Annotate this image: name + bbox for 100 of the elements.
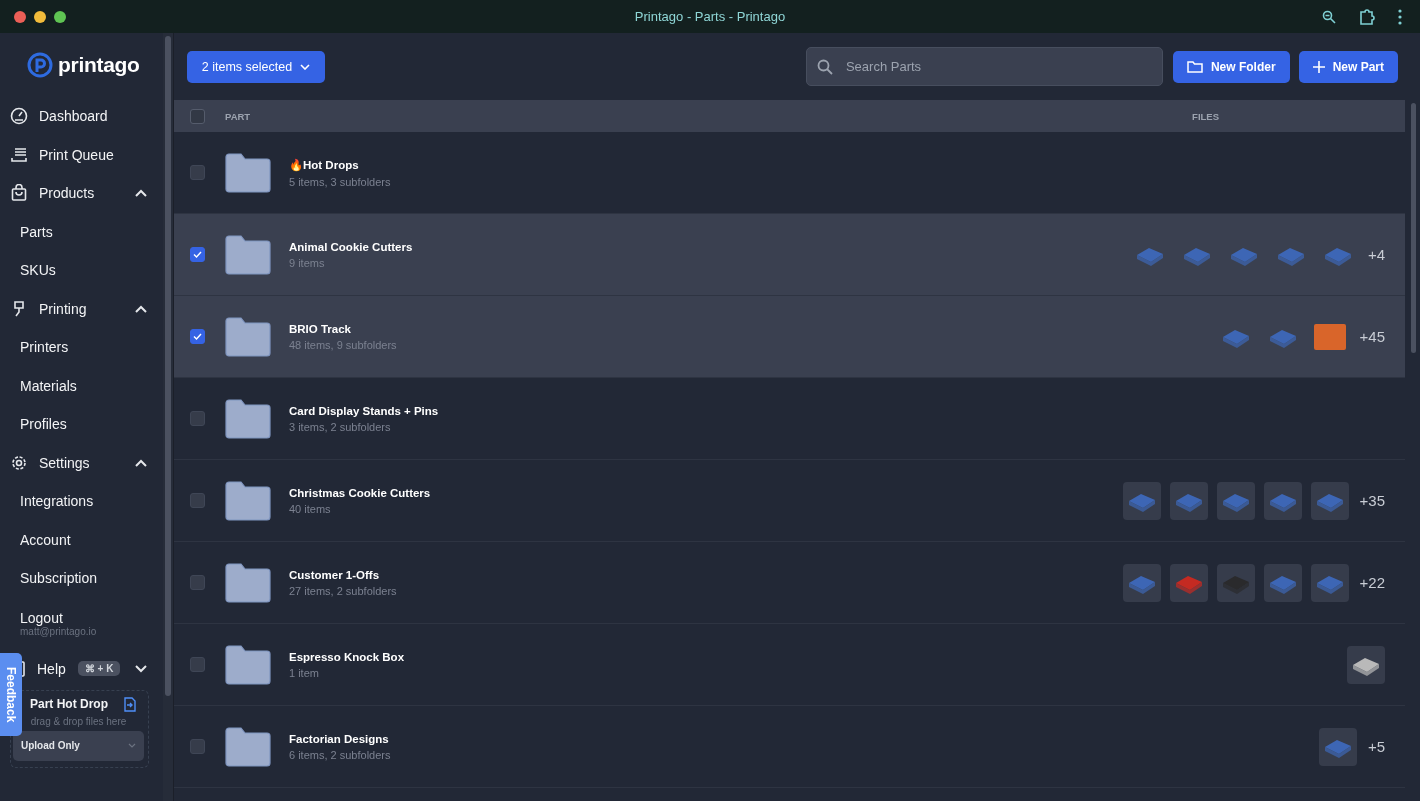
table-row[interactable]: Espresso Knock Box 1 item	[174, 624, 1405, 706]
sidebar-subitem[interactable]: Account	[10, 520, 71, 559]
more-files-count: +4	[1367, 246, 1385, 263]
folder-meta: 48 items, 9 subfolders	[289, 338, 397, 351]
chevron-up-icon[interactable]	[135, 458, 147, 467]
model-thumbnail[interactable]	[1310, 563, 1349, 602]
printer-stack-icon	[10, 145, 28, 164]
folder-icon	[224, 152, 272, 193]
model-thumbnail[interactable]	[1318, 727, 1357, 766]
folder-icon	[224, 234, 272, 275]
chevron-down-icon[interactable]	[135, 664, 147, 673]
model-thumbnail[interactable]	[1216, 481, 1255, 520]
search-box[interactable]: Search Parts	[805, 47, 1163, 86]
gauge-icon	[10, 107, 28, 126]
row-checkbox[interactable]	[190, 575, 205, 590]
folder-icon	[224, 398, 272, 439]
folder-meta: 27 items, 2 subfolders	[289, 584, 397, 597]
folder-icon	[224, 562, 272, 603]
table-row[interactable]: Animal Cookie Cutters 9 items +4	[174, 214, 1405, 296]
row-checkbox[interactable]	[190, 247, 205, 262]
search-field[interactable]: Search Parts	[843, 58, 1152, 75]
drop-zone-hint: drag & drop files here	[29, 715, 128, 727]
puzzle-icon[interactable]	[1358, 7, 1376, 26]
sidebar-subitem[interactable]: Subscription	[10, 559, 98, 598]
model-thumbnail[interactable]	[1310, 481, 1349, 520]
folder-icon	[224, 644, 272, 685]
folder-name: Christmas Cookie Cutters	[289, 486, 431, 499]
sidebar-subitem[interactable]: Integrations	[10, 482, 94, 521]
more-files-count: +45	[1359, 328, 1385, 345]
row-checkbox[interactable]	[190, 411, 205, 426]
column-header: PART	[225, 110, 251, 122]
sidebar-subitem[interactable]: Materials	[10, 366, 77, 405]
table-row[interactable]: BRIO Track 48 items, 9 subfolders +45	[174, 296, 1405, 378]
model-thumbnail[interactable]	[1122, 481, 1161, 520]
model-thumbnail[interactable]	[1216, 563, 1255, 602]
logo-icon	[27, 52, 53, 78]
model-thumbnail[interactable]	[1263, 563, 1302, 602]
row-checkbox[interactable]	[190, 739, 205, 754]
model-thumbnail[interactable]	[1169, 563, 1208, 602]
shortcut-badge: ⌘ + K	[77, 661, 121, 676]
sidebar-item[interactable]: Products	[10, 174, 163, 213]
model-thumbnail[interactable]	[1263, 481, 1302, 520]
more-files-count: +35	[1359, 492, 1385, 509]
sidebar-item[interactable]: Printing	[10, 289, 163, 328]
folder-meta: 9 items	[289, 256, 326, 269]
logout-link[interactable]: Logout	[20, 610, 63, 626]
folder-icon	[224, 316, 272, 357]
folder-meta: 40 items	[289, 502, 332, 515]
folder-icon	[224, 480, 272, 521]
sidebar-item[interactable]: Print Queue	[10, 135, 163, 174]
minimize-window-button[interactable]	[34, 10, 46, 23]
sidebar-subitem[interactable]: Profiles	[10, 405, 67, 444]
sidebar-item[interactable]: Dashboard	[10, 97, 163, 136]
table-row[interactable]: Christmas Cookie Cutters 40 items +35	[174, 460, 1405, 542]
new-part-button[interactable]: New Part	[1298, 50, 1398, 83]
sidebar-subitem[interactable]: Parts	[10, 212, 53, 251]
row-checkbox[interactable]	[190, 657, 205, 672]
folder-meta: 6 items, 2 subfolders	[289, 748, 391, 761]
file-import-icon[interactable]	[124, 696, 136, 712]
sidebar-subitem[interactable]: Printers	[10, 328, 69, 367]
table-row[interactable]: Factorian Designs 6 items, 2 subfolders +5	[174, 706, 1405, 788]
folder-meta: 5 items, 3 subfolders	[289, 175, 391, 188]
folder-name: BRIO Track	[289, 322, 352, 335]
model-thumbnail[interactable]	[1347, 645, 1385, 684]
row-checkbox[interactable]	[190, 165, 205, 180]
select-all-checkbox[interactable]	[190, 108, 205, 124]
row-checkbox[interactable]	[190, 493, 205, 508]
model-thumbnail[interactable]	[1169, 481, 1208, 520]
plus-icon	[1312, 60, 1325, 73]
check-icon	[193, 251, 202, 258]
help-item[interactable]: Help	[37, 660, 66, 677]
search-icon	[816, 58, 833, 75]
more-files-count: +22	[1359, 574, 1385, 591]
column-header: FILES	[1192, 110, 1219, 122]
close-window-button[interactable]	[14, 10, 26, 23]
folder-meta: 3 items, 2 subfolders	[289, 420, 392, 433]
table-row[interactable]: Customer 1-Offs 27 items, 2 subfolders +22	[174, 542, 1405, 624]
more-options-icon[interactable]	[1398, 8, 1402, 25]
folder-icon	[1186, 60, 1203, 73]
folder-meta: 1 item	[289, 666, 320, 679]
folder-name: Espresso Knock Box	[289, 650, 405, 663]
maximize-window-button[interactable]	[54, 10, 66, 23]
gear-icon	[10, 453, 28, 472]
sidebar-item[interactable]: Settings	[10, 443, 163, 482]
new-folder-button[interactable]: New Folder	[1172, 50, 1290, 83]
drop-zone-title: Part Hot Drop	[30, 697, 108, 711]
zoom-icon[interactable]	[1322, 9, 1336, 24]
caret-icon	[300, 63, 311, 70]
model-thumbnail[interactable]	[1122, 563, 1161, 602]
sidebar-subitem[interactable]: SKUs	[10, 251, 56, 290]
folder-name: Card Display Stands + Pins	[289, 404, 439, 417]
selection-dropdown[interactable]: 2 items selected	[187, 50, 325, 83]
chevron-up-icon[interactable]	[135, 304, 147, 313]
upload-mode-select[interactable]: Upload Only	[13, 730, 144, 761]
more-files-count: +5	[1367, 738, 1385, 755]
table-row[interactable]: Card Display Stands + Pins 3 items, 2 subfolders	[174, 378, 1405, 460]
row-checkbox[interactable]	[190, 329, 205, 344]
chevron-up-icon[interactable]	[135, 189, 147, 198]
window-title: Printago - Parts - Printago	[634, 9, 786, 24]
folder-icon	[224, 726, 272, 767]
